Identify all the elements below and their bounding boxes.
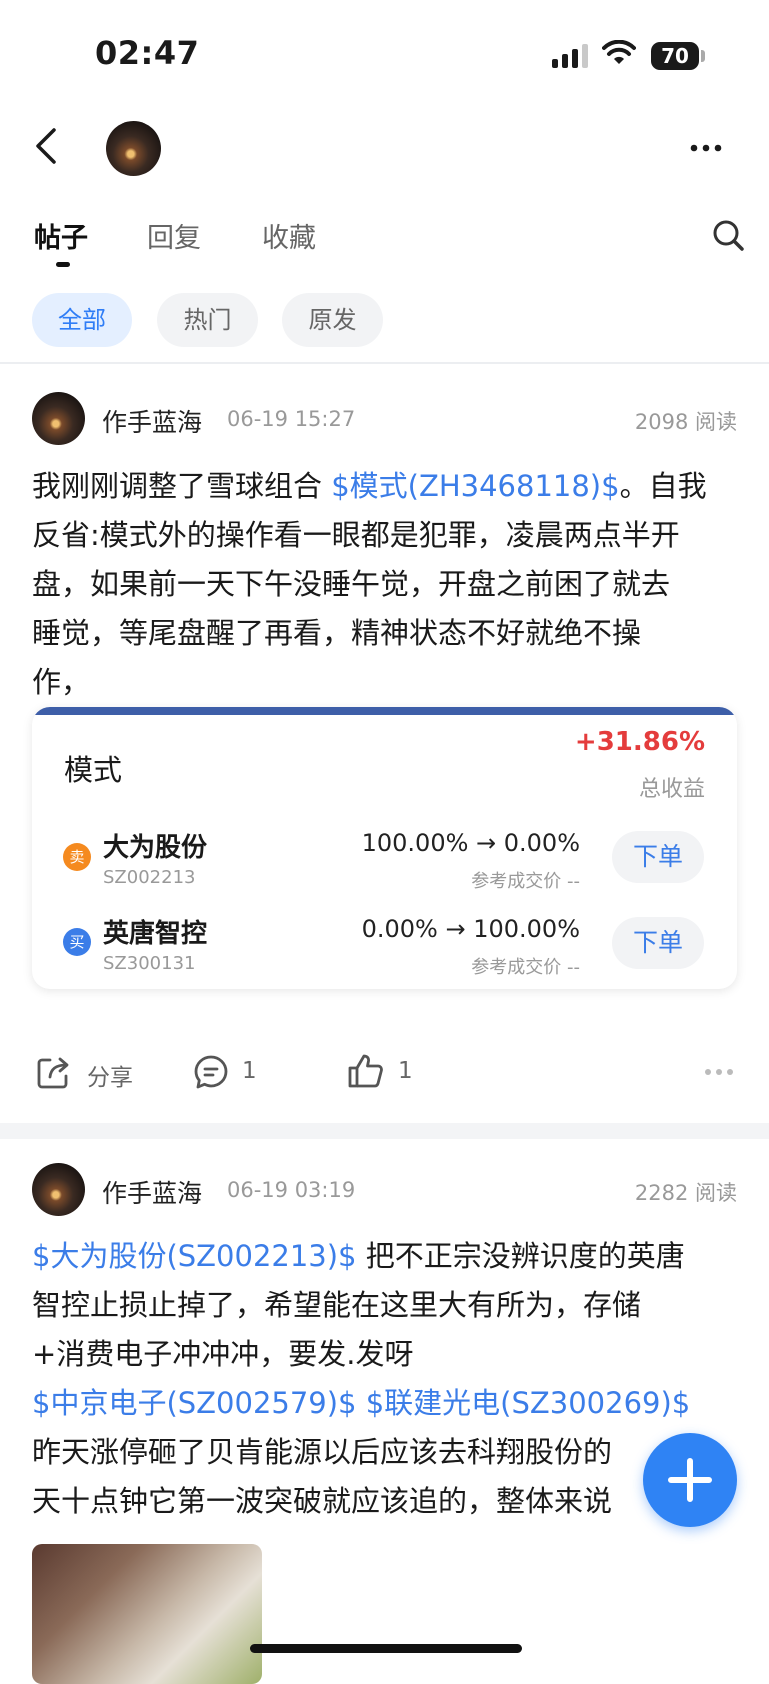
order-button[interactable]: 下单 xyxy=(612,831,704,883)
card-accent-bar xyxy=(32,707,737,715)
position-change: 0.00% → 100.00% xyxy=(361,915,580,943)
stock-links-line[interactable]: $中京电子(SZ002579)$ $联建光电(SZ300269)$ xyxy=(32,1379,737,1428)
status-time: 02:47 xyxy=(95,34,200,72)
cellular-signal-icon xyxy=(552,44,588,68)
post-body: $大为股份(SZ002213)$ 把不正宗没辨识度的英唐 智控止损止掉了，希望能… xyxy=(32,1232,737,1526)
post-text-line: 我刚刚调整了雪球组合 $模式(ZH3468118)$。自我 xyxy=(32,462,737,511)
post-text-line: 反省:模式外的操作看一眼都是犯罪，凌晨两点半开 xyxy=(32,518,680,552)
portfolio-gain-label: 总收益 xyxy=(638,777,705,802)
portfolio-name: 模式 xyxy=(64,753,123,787)
battery-tip xyxy=(701,50,705,62)
plus-icon xyxy=(668,1458,712,1502)
post-text-line: 盘，如果前一天下午没睡午觉，开盘之前困了就去 xyxy=(32,567,671,601)
like-icon[interactable] xyxy=(347,1052,385,1090)
post-text-line: 作， xyxy=(32,665,91,699)
wifi-icon xyxy=(602,40,636,64)
filter-hot[interactable]: 热门 xyxy=(157,293,258,347)
post-text-line: $大为股份(SZ002213)$ 把不正宗没辨识度的英唐 xyxy=(32,1232,737,1281)
order-button[interactable]: 下单 xyxy=(612,917,704,969)
tab-active-indicator xyxy=(56,262,70,267)
back-arrow-icon[interactable] xyxy=(30,126,60,166)
post-author-name[interactable]: 作手蓝海 xyxy=(102,403,202,439)
tab-posts[interactable]: 帖子 xyxy=(34,216,88,255)
post-separator xyxy=(0,1123,769,1139)
more-options-icon[interactable] xyxy=(690,144,722,152)
comment-icon[interactable] xyxy=(193,1054,229,1090)
reference-price: 参考成交价 -- xyxy=(471,957,580,978)
post-author-avatar[interactable] xyxy=(32,1163,85,1216)
post-text-line: 睡觉，等尾盘醒了再看，精神状态不好就绝不操 xyxy=(32,616,642,650)
post-text-line: 智控止损止掉了，希望能在这里大有所为，存储 xyxy=(32,1288,642,1322)
stock-code: SZ300131 xyxy=(103,953,196,974)
post-image[interactable] xyxy=(32,1544,262,1684)
post-text: 把不正宗没辨识度的英唐 xyxy=(356,1239,685,1273)
post-author-avatar[interactable] xyxy=(32,392,85,445)
reference-price: 参考成交价 -- xyxy=(471,871,580,892)
stock-name[interactable]: 大为股份 xyxy=(103,827,207,864)
post-text-line: +消费电子冲冲冲，要发.发呀 xyxy=(32,1337,414,1371)
post-date: 06-19 03:19 xyxy=(227,1178,356,1202)
tab-favorites[interactable]: 收藏 xyxy=(262,216,316,255)
post-date: 06-19 15:27 xyxy=(227,407,356,431)
share-label[interactable]: 分享 xyxy=(87,1058,133,1092)
post-text: 我刚刚调整了雪球组合 xyxy=(32,469,332,503)
portfolio-link[interactable]: $模式(ZH3468118)$ xyxy=(331,469,619,503)
post-text: 。自我 xyxy=(619,469,707,503)
tab-replies[interactable]: 回复 xyxy=(147,216,201,255)
search-icon[interactable] xyxy=(712,219,746,253)
post-text-line: 昨天涨停砸了贝肯能源以后应该去科翔股份的 xyxy=(32,1435,613,1469)
post-read-count: 2282 阅读 xyxy=(634,1181,737,1205)
home-indicator xyxy=(250,1644,522,1653)
battery-indicator: 70 xyxy=(651,42,699,70)
comment-count[interactable]: 1 xyxy=(242,1058,257,1084)
like-count[interactable]: 1 xyxy=(398,1058,413,1084)
share-icon[interactable] xyxy=(36,1054,72,1090)
stock-code: SZ002213 xyxy=(103,867,196,888)
filter-all[interactable]: 全部 xyxy=(32,293,132,347)
post-read-count: 2098 阅读 xyxy=(634,410,737,434)
post-body: 我刚刚调整了雪球组合 $模式(ZH3468118)$。自我 反省:模式外的操作看… xyxy=(32,462,737,707)
post-author-name[interactable]: 作手蓝海 xyxy=(102,1174,202,1210)
sell-badge: 卖 xyxy=(63,843,91,871)
stock-name[interactable]: 英唐智控 xyxy=(103,913,207,950)
create-post-button[interactable] xyxy=(643,1433,737,1527)
post-more-icon[interactable] xyxy=(704,1068,734,1076)
position-change: 100.00% → 0.00% xyxy=(361,829,580,857)
buy-badge: 买 xyxy=(63,928,91,956)
stock-link[interactable]: $大为股份(SZ002213)$ xyxy=(32,1239,357,1273)
filter-original[interactable]: 原发 xyxy=(282,293,383,347)
header-divider xyxy=(0,362,769,364)
profile-avatar[interactable] xyxy=(106,121,161,176)
portfolio-gain: +31.86% xyxy=(574,727,705,757)
portfolio-card[interactable]: 模式 +31.86% 总收益 卖 大为股份 SZ002213 100.00% →… xyxy=(32,707,737,989)
post-text-line: 天十点钟它第一波突破就应该追的，整体来说 xyxy=(32,1484,613,1518)
